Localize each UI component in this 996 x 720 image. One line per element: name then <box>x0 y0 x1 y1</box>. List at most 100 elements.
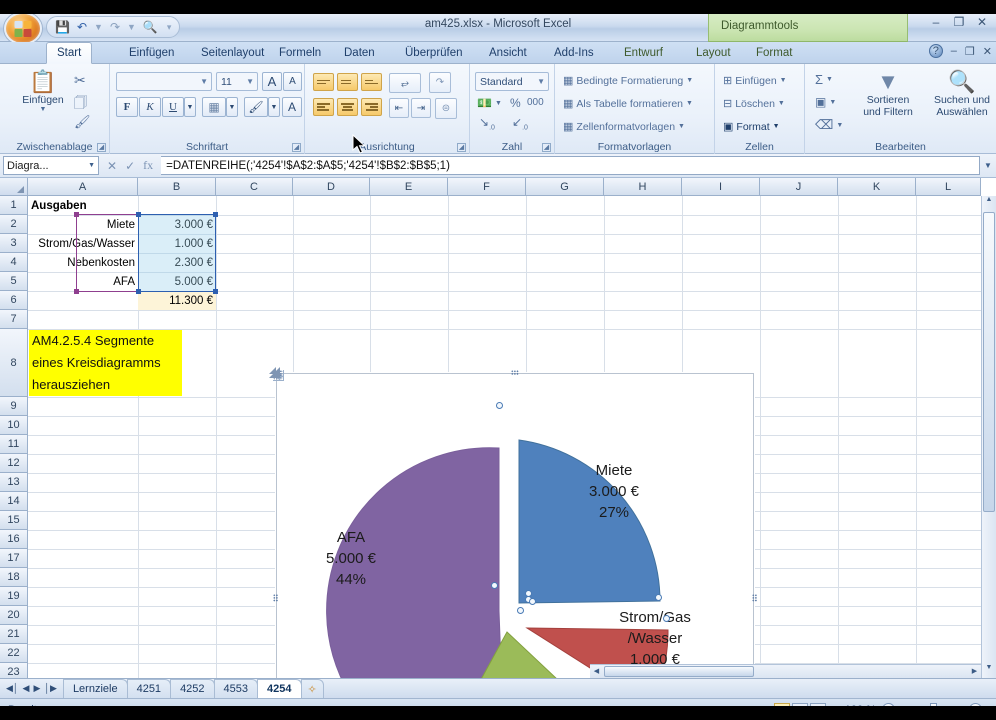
row-header-12[interactable]: 12 <box>0 454 28 473</box>
sort-filter-button[interactable]: ▼ Sortieren und Filtern <box>855 70 921 119</box>
col-header-E[interactable]: E <box>370 178 448 196</box>
worksheet-grid[interactable]: A B C D E F G H I J K L 1 2 3 4 5 6 7 8 … <box>0 178 996 678</box>
row-header-16[interactable]: 16 <box>0 530 28 549</box>
autosum-button[interactable]: Σ ▼ <box>815 72 833 87</box>
alignment-dialog-launcher[interactable]: ◢ <box>457 143 466 152</box>
paste-button[interactable]: 📋 Einfügen ▼ <box>14 70 72 114</box>
row-header-8[interactable]: 8 <box>0 329 28 397</box>
shrink-font-button[interactable]: A <box>283 72 302 91</box>
col-header-H[interactable]: H <box>604 178 682 196</box>
tab-start[interactable]: Start <box>46 42 93 64</box>
data-point-handle-9[interactable] <box>517 607 524 614</box>
insert-cells-button[interactable]: ⊞ Einfügen ▼ <box>723 74 787 88</box>
row-header-19[interactable]: 19 <box>0 587 28 606</box>
col-header-D[interactable]: D <box>293 178 370 196</box>
sheet-tab-lernziele[interactable]: Lernziele <box>62 679 128 698</box>
align-left-button[interactable] <box>313 98 334 116</box>
col-header-B[interactable]: B <box>138 178 216 196</box>
clear-button[interactable]: ⌫ ▼ <box>815 117 843 133</box>
paste-dropdown-icon[interactable]: ▼ <box>40 106 47 113</box>
doc-restore-button[interactable]: ❐ <box>965 45 975 58</box>
row-header-20[interactable]: 20 <box>0 606 28 625</box>
cell-A8-note[interactable]: AM4.2.5.4 Segmente eines Kreisdiagramms … <box>29 330 182 396</box>
number-dialog-launcher[interactable]: ◢ <box>542 143 551 152</box>
wrap-text-button[interactable]: ↷ <box>429 72 451 93</box>
help-icon[interactable]: ? <box>928 44 943 58</box>
cut-button[interactable]: ✂ <box>74 72 86 89</box>
fill-color-button[interactable]: 🖌 <box>244 97 268 117</box>
italic-button[interactable]: K <box>139 97 161 117</box>
decrease-decimal-button[interactable]: ↙.0 <box>512 115 528 131</box>
pie-slice-miete[interactable] <box>518 439 661 604</box>
app-restore-button[interactable]: ❐ <box>951 15 967 29</box>
next-sheet-button[interactable]: ▶ <box>33 683 40 694</box>
fill-button[interactable]: ▣ ▼ <box>815 95 836 109</box>
row-header-15[interactable]: 15 <box>0 511 28 530</box>
font-name-dropdown-icon[interactable]: ▼ <box>200 77 211 86</box>
vertical-scrollbar[interactable]: ▲ ▼ <box>981 196 996 678</box>
copy-button[interactable]: 🗍 <box>74 94 87 116</box>
chart-handle-top-center[interactable] <box>511 370 519 375</box>
col-header-A[interactable]: A <box>28 178 138 196</box>
delete-cells-button[interactable]: ⊟ Löschen ▼ <box>723 97 785 111</box>
page-break-view-button[interactable]: ▤ <box>810 702 826 706</box>
borders-dropdown[interactable]: ▼ <box>226 97 238 117</box>
underline-dropdown[interactable]: ▼ <box>184 97 196 117</box>
pie-chart-svg[interactable] <box>277 374 753 678</box>
scroll-up-arrow-icon[interactable]: ▲ <box>983 196 995 210</box>
percent-button[interactable]: % <box>510 96 521 110</box>
chart-object[interactable]: Miete 3.000 € 27% Strom/Gas /Wasser 1.00… <box>269 367 757 678</box>
row-header-11[interactable]: 11 <box>0 435 28 454</box>
row-header-23[interactable]: 23 <box>0 663 28 678</box>
data-point-handle-3[interactable] <box>655 594 662 601</box>
last-sheet-button[interactable]: │▶ <box>44 683 57 694</box>
sheet-tab-4251[interactable]: 4251 <box>126 679 172 698</box>
tab-formeln[interactable]: Formeln <box>268 42 332 64</box>
col-header-K[interactable]: K <box>838 178 916 196</box>
number-format-select[interactable]: Standard ▼ <box>475 72 549 91</box>
align-center-button[interactable] <box>337 98 358 116</box>
underline-button[interactable]: U <box>162 97 184 117</box>
insert-function-button[interactable]: fx <box>143 158 153 173</box>
row-header-1[interactable]: 1 <box>0 196 28 215</box>
name-box[interactable]: Diagra... ▼ <box>3 156 99 175</box>
app-minimize-button[interactable]: – <box>928 15 944 29</box>
borders-button[interactable]: ▦ <box>202 97 226 117</box>
insert-worksheet-button[interactable]: ✧ <box>300 679 324 698</box>
tab-layout[interactable]: Layout <box>685 42 742 64</box>
orientation-button[interactable]: ⥂ <box>389 73 421 93</box>
zoom-slider[interactable]: − + <box>882 703 982 706</box>
cell-A1[interactable]: Ausgaben <box>28 196 138 215</box>
merge-cells-button[interactable]: ⊜ <box>435 98 457 119</box>
format-cells-button[interactable]: ▣ Format ▼ <box>723 120 780 134</box>
font-name-input[interactable]: ▼ <box>116 72 212 91</box>
doc-close-button[interactable]: ✕ <box>983 45 992 58</box>
font-size-input[interactable]: 11 ▼ <box>216 72 258 91</box>
col-header-I[interactable]: I <box>682 178 760 196</box>
cancel-formula-button[interactable]: ✕ <box>107 159 117 173</box>
row-header-2[interactable]: 2 <box>0 215 28 234</box>
scroll-right-arrow-icon[interactable]: ▶ <box>968 666 981 677</box>
format-painter-button[interactable]: 🖌 <box>74 114 91 130</box>
tab-daten[interactable]: Daten <box>333 42 386 64</box>
tab-einfuegen[interactable]: Einfügen <box>118 42 185 64</box>
row-header-18[interactable]: 18 <box>0 568 28 587</box>
row-header-14[interactable]: 14 <box>0 492 28 511</box>
data-point-handle-1[interactable] <box>496 402 503 409</box>
align-middle-button[interactable] <box>337 73 358 91</box>
conditional-formatting-button[interactable]: ▦ Bedingte Formatierung ▼ <box>563 74 693 88</box>
scroll-down-arrow-icon[interactable]: ▼ <box>983 664 995 678</box>
col-header-J[interactable]: J <box>760 178 838 196</box>
thousands-separator-button[interactable]: 000 <box>527 97 544 108</box>
tab-format[interactable]: Format <box>745 42 803 64</box>
expand-formula-bar-button[interactable]: ▼ <box>980 161 996 170</box>
row-header-17[interactable]: 17 <box>0 549 28 568</box>
sheet-tab-4254[interactable]: 4254 <box>257 679 302 698</box>
col-header-G[interactable]: G <box>526 178 604 196</box>
align-bottom-button[interactable] <box>361 73 382 91</box>
row-header-3[interactable]: 3 <box>0 234 28 253</box>
pie-slice-afa[interactable] <box>326 447 505 678</box>
chart-handle-bottom-right[interactable] <box>273 371 284 381</box>
app-close-button[interactable]: ✕ <box>974 15 990 29</box>
tab-entwurf[interactable]: Entwurf <box>613 42 674 64</box>
